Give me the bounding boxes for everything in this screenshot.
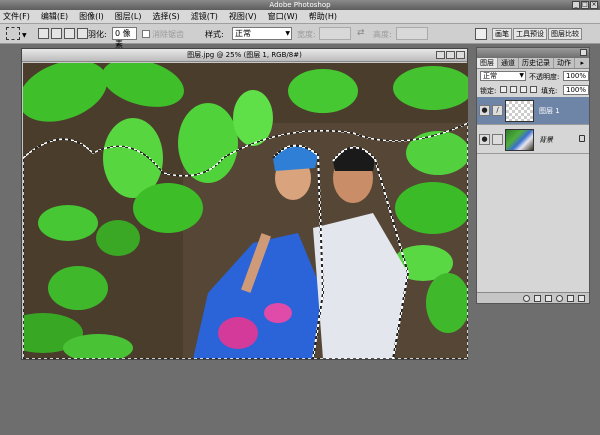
- menu-view[interactable]: 视图(V): [229, 11, 257, 22]
- visibility-eye-icon[interactable]: ●: [479, 105, 490, 116]
- feather-input[interactable]: 0 像素: [112, 27, 137, 49]
- add-selection-icon[interactable]: [51, 28, 62, 39]
- intersect-selection-icon[interactable]: [77, 28, 88, 39]
- tab-actions[interactable]: 动作: [554, 58, 575, 68]
- menu-help[interactable]: 帮助(H): [309, 11, 337, 22]
- layer-mask-icon[interactable]: [534, 294, 541, 302]
- blend-mode-value: 正常: [483, 72, 497, 80]
- minimize-icon[interactable]: _: [572, 1, 580, 9]
- palette-well: 画笔 工具预设 图层比较: [492, 28, 583, 40]
- height-input[interactable]: [396, 27, 428, 40]
- document-title-bar[interactable]: 图层.jpg @ 25% (图层 1, RGB/8#): [22, 49, 467, 62]
- photo-image: [23, 63, 468, 359]
- panel-title-bar[interactable]: [477, 48, 589, 58]
- doc-maximize-icon[interactable]: [446, 51, 455, 59]
- trash-icon[interactable]: [578, 294, 585, 302]
- brush-icon[interactable]: /: [492, 105, 503, 116]
- marquee-tool-icon[interactable]: [6, 27, 20, 40]
- chevron-down-icon: ▼: [519, 72, 524, 79]
- well-tab-layer-comps[interactable]: 图层比较: [548, 28, 582, 40]
- lock-image-icon[interactable]: [510, 86, 517, 93]
- menu-edit[interactable]: 编辑(E): [41, 11, 68, 22]
- image-canvas[interactable]: [23, 63, 468, 359]
- doc-minimize-icon[interactable]: [436, 51, 445, 59]
- layer-row-background[interactable]: ● 背景: [477, 126, 589, 154]
- tab-channels[interactable]: 通道: [498, 58, 519, 68]
- opacity-input[interactable]: 100%: [563, 71, 589, 81]
- layer-name: 背景: [539, 136, 553, 144]
- palette-well-icon[interactable]: [475, 28, 487, 40]
- layers-panel: 图层 通道 历史记录 动作 ▸ 正常 ▼ 不透明度: 100% 锁定: 填充: …: [476, 47, 590, 304]
- well-tab-tool-presets[interactable]: 工具预设: [513, 28, 547, 40]
- close-icon[interactable]: ×: [590, 1, 598, 9]
- panel-close-icon[interactable]: [580, 49, 587, 56]
- new-selection-icon[interactable]: [38, 28, 49, 39]
- layer-set-icon[interactable]: [545, 294, 552, 302]
- width-label: 宽度:: [297, 30, 316, 39]
- menu-filter[interactable]: 滤镜(T): [191, 11, 218, 22]
- layer-style-icon[interactable]: [523, 294, 530, 302]
- layer-name: 图层 1: [539, 107, 560, 115]
- lock-transparency-icon[interactable]: [500, 86, 507, 93]
- lock-row: 锁定: 填充: 100%: [477, 84, 589, 96]
- style-value: 正常: [235, 29, 251, 38]
- fill-input[interactable]: 100%: [563, 85, 589, 95]
- document-title: 图层.jpg @ 25% (图层 1, RGB/8#): [187, 51, 302, 59]
- menu-image[interactable]: 图像(I): [79, 11, 104, 22]
- menu-bar: 文件(F) 编辑(E) 图像(I) 图层(L) 选择(S) 滤镜(T) 视图(V…: [0, 10, 600, 24]
- fill-label: 填充:: [541, 87, 558, 95]
- tab-layers[interactable]: 图层: [477, 58, 498, 68]
- maximize-icon[interactable]: □: [581, 1, 589, 9]
- well-tab-brushes[interactable]: 画笔: [492, 28, 512, 40]
- layer-thumbnail: [505, 100, 534, 122]
- antialias-label: 消除锯齿: [152, 30, 184, 39]
- new-layer-icon[interactable]: [567, 294, 574, 302]
- feather-label: 羽化:: [88, 30, 107, 39]
- chevron-down-icon: ▼: [285, 30, 290, 37]
- layer-thumbnail: [505, 129, 534, 151]
- tool-preset-arrow-icon[interactable]: ▼: [22, 32, 27, 39]
- opacity-label: 不透明度:: [529, 73, 560, 81]
- style-label: 样式:: [205, 30, 224, 39]
- menu-layer[interactable]: 图层(L): [115, 11, 142, 22]
- menu-file[interactable]: 文件(F): [3, 11, 30, 22]
- blend-row: 正常 ▼ 不透明度: 100%: [477, 70, 589, 82]
- subtract-selection-icon[interactable]: [64, 28, 75, 39]
- menu-window[interactable]: 窗口(W): [268, 11, 298, 22]
- menu-select[interactable]: 选择(S): [152, 11, 179, 22]
- tab-history[interactable]: 历史记录: [519, 58, 554, 68]
- width-input[interactable]: [319, 27, 351, 40]
- document-window: 图层.jpg @ 25% (图层 1, RGB/8#): [21, 48, 468, 360]
- style-select[interactable]: 正常 ▼: [232, 27, 292, 40]
- adjustment-layer-icon[interactable]: [556, 294, 563, 302]
- lock-all-icon[interactable]: [530, 86, 537, 93]
- app-title: Adobe Photoshop: [269, 1, 331, 9]
- link-icon[interactable]: [492, 134, 503, 145]
- layer-row-1[interactable]: ● / 图层 1: [477, 97, 589, 125]
- height-label: 高度:: [373, 30, 392, 39]
- lock-position-icon[interactable]: [520, 86, 527, 93]
- blend-mode-select[interactable]: 正常 ▼: [480, 71, 526, 81]
- doc-close-icon[interactable]: [456, 51, 465, 59]
- lock-icon: [579, 135, 585, 142]
- antialias-checkbox[interactable]: [142, 30, 150, 38]
- app-title-bar: Adobe Photoshop _ □ ×: [0, 0, 600, 10]
- panel-footer: [477, 292, 589, 303]
- lock-label: 锁定:: [480, 87, 497, 95]
- panel-menu-icon[interactable]: ▸: [577, 58, 587, 68]
- panel-tabs: 图层 通道 历史记录 动作 ▸: [477, 58, 589, 69]
- visibility-eye-icon[interactable]: ●: [479, 134, 490, 145]
- swap-dimensions-icon[interactable]: ⇄: [357, 28, 365, 38]
